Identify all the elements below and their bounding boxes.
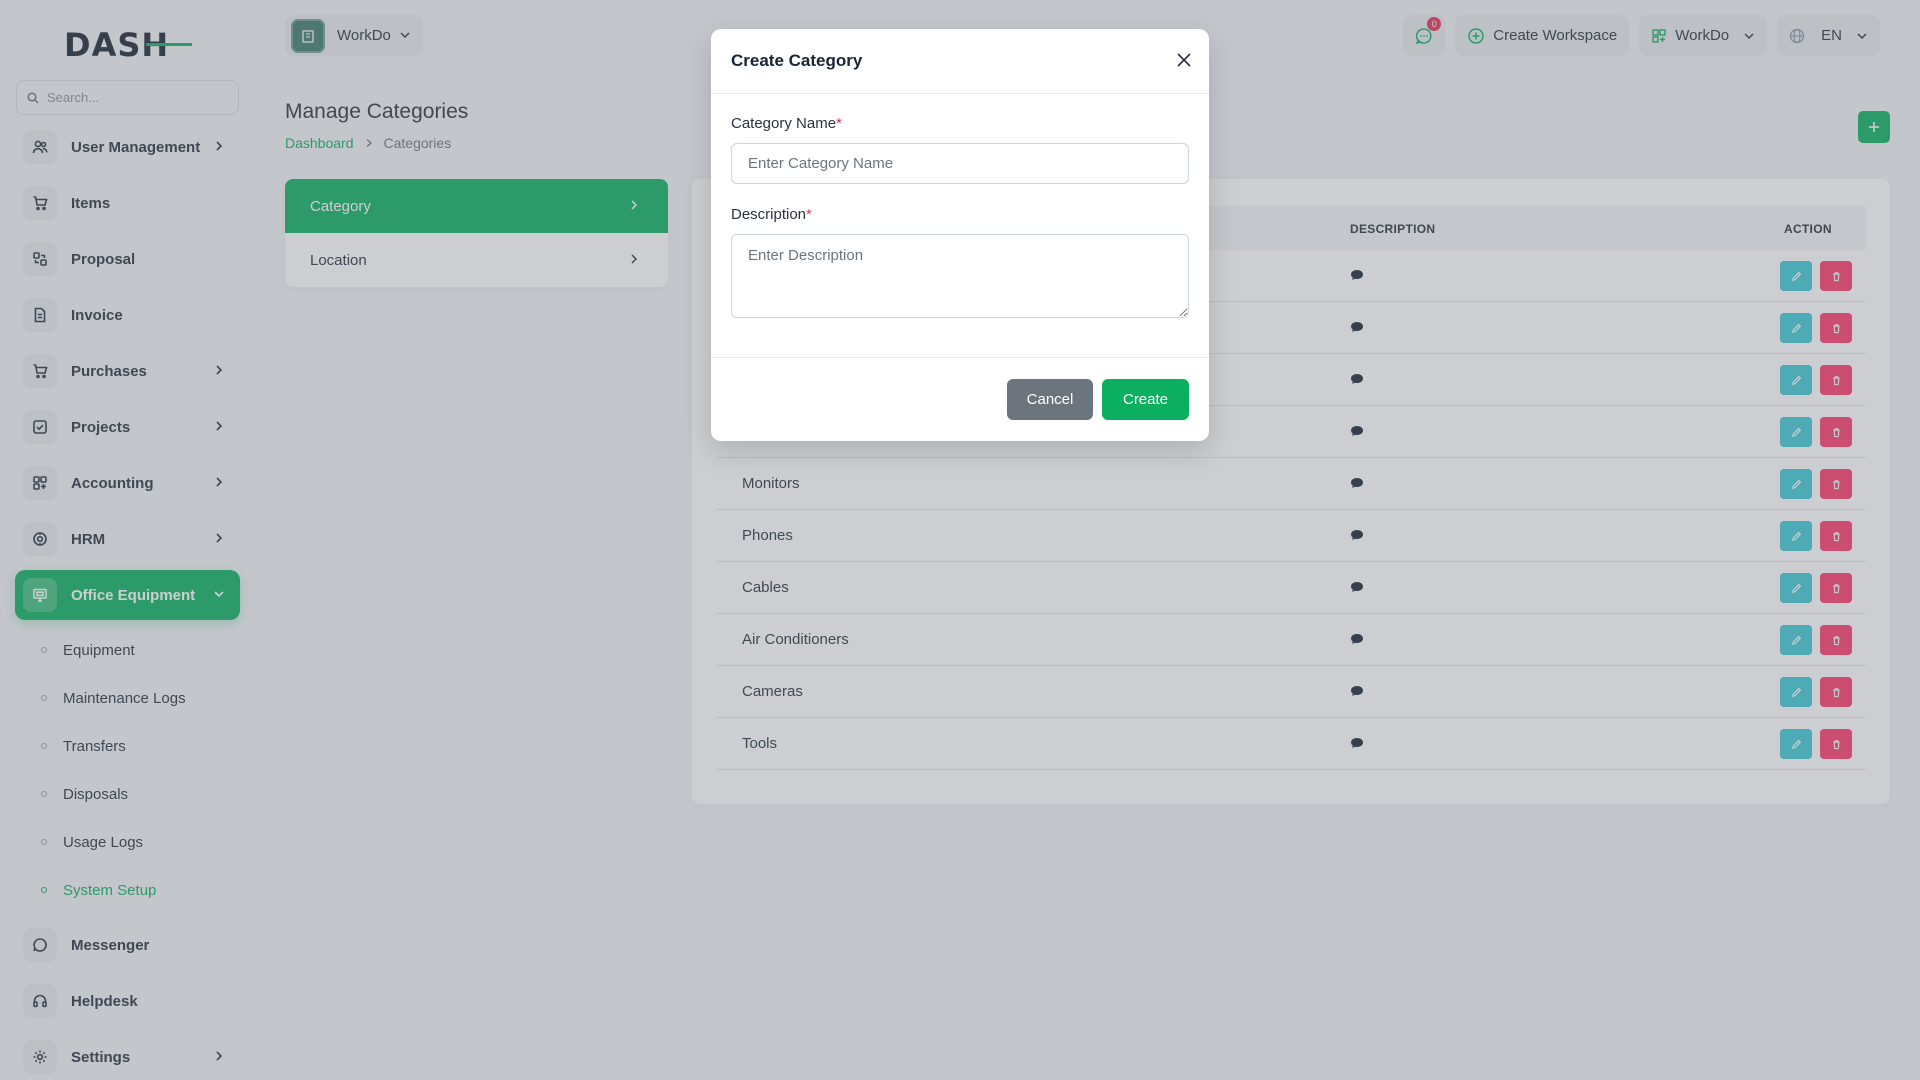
required-mark: * xyxy=(806,206,812,223)
cancel-button[interactable]: Cancel xyxy=(1007,379,1093,420)
create-button[interactable]: Create xyxy=(1102,379,1189,420)
category-name-label-text: Category Name xyxy=(731,115,837,132)
category-name-label: Category Name* xyxy=(731,115,842,132)
modal-title: Create Category xyxy=(731,51,863,70)
description-label-text: Description xyxy=(731,206,807,223)
modal-header: Create Category xyxy=(711,29,1209,94)
category-name-input[interactable] xyxy=(731,143,1189,184)
required-mark: * xyxy=(836,115,842,132)
modal-footer-divider xyxy=(711,357,1209,358)
description-textarea[interactable] xyxy=(731,234,1189,318)
description-label: Description* xyxy=(731,206,812,223)
create-category-modal: Create Category Category Name* Descripti… xyxy=(711,29,1209,441)
close-icon[interactable] xyxy=(1175,51,1193,69)
